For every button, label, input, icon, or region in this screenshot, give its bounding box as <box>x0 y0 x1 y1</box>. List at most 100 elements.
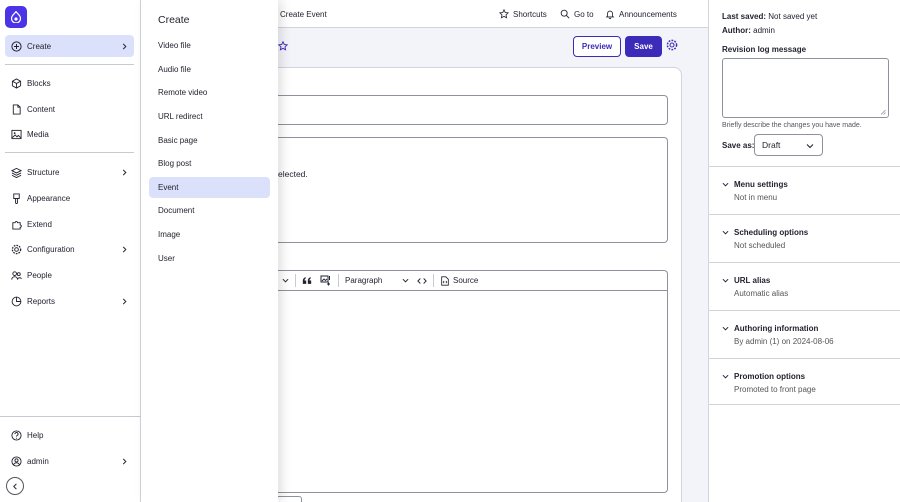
blocks-icon <box>11 77 22 89</box>
text-format-select[interactable] <box>278 496 302 502</box>
chevron-down-icon <box>722 182 729 187</box>
preview-button[interactable]: Preview <box>573 36 621 57</box>
sidebar-item-label: Blocks <box>27 78 51 88</box>
sidebar-item-label: Create <box>27 41 52 51</box>
sidebar-item-extend[interactable]: Extend <box>5 213 134 235</box>
section-summary: Not scheduled <box>734 241 786 250</box>
sidebar-item-label: Help <box>27 430 44 440</box>
flyout-item-video-file[interactable]: Video file <box>149 35 270 56</box>
section-summary: Automatic alias <box>734 289 789 298</box>
brush-icon <box>13 192 20 204</box>
sidebar-item-label: Content <box>27 104 56 114</box>
resize-handle-icon[interactable] <box>880 109 886 115</box>
sidebar-item-configuration[interactable]: Configuration <box>5 238 134 260</box>
shortcuts-label: Shortcuts <box>513 9 547 19</box>
revision-log-textarea[interactable] <box>722 58 889 118</box>
code-icon <box>417 277 427 284</box>
bell-icon <box>605 10 615 19</box>
chevron-down-icon <box>282 278 289 283</box>
media-field[interactable] <box>278 137 668 243</box>
drupal-logo-icon[interactable] <box>5 6 27 28</box>
sidebar-item-create[interactable]: Create <box>5 35 134 57</box>
chevron-right-icon <box>122 169 127 175</box>
save-as-select[interactable]: Draft <box>754 134 823 156</box>
toolbar-separator <box>433 274 434 287</box>
sidebar-item-label: Extend <box>27 219 52 229</box>
help-icon <box>11 429 22 441</box>
code-button[interactable] <box>413 270 431 291</box>
save-as-value: Draft <box>762 140 781 150</box>
chevron-down-icon <box>806 144 814 149</box>
menu-settings-section[interactable]: Menu settings Not in menu <box>709 166 900 214</box>
blockquote-button[interactable] <box>298 270 316 291</box>
chevron-right-icon <box>122 43 127 49</box>
user-icon <box>11 455 22 467</box>
people-icon <box>11 270 22 280</box>
announcements-label: Announcements <box>619 9 677 19</box>
flyout-item-remote-video[interactable]: Remote video <box>149 82 270 103</box>
flyout-item-blog-post[interactable]: Blog post <box>149 153 270 174</box>
sidebar-item-label: Configuration <box>27 244 75 254</box>
plus-circle-icon <box>11 40 22 52</box>
body-editor[interactable] <box>278 291 668 493</box>
save-button[interactable]: Save <box>625 36 662 57</box>
author-label: Author: <box>722 26 751 35</box>
last-saved-label: Last saved: <box>722 12 767 21</box>
settings-gear-icon[interactable] <box>666 39 678 51</box>
sidebar-item-help[interactable]: Help <box>5 424 134 446</box>
sidebar-item-structure[interactable]: Structure <box>5 161 134 183</box>
promotion-options-section[interactable]: Promotion options Promoted to front page <box>709 358 900 405</box>
flyout-item-document[interactable]: Document <box>149 200 270 221</box>
chevron-down-icon <box>722 326 729 331</box>
url-alias-section[interactable]: URL alias Automatic alias <box>709 262 900 310</box>
section-title: Promotion options <box>734 372 806 381</box>
sidebar-item-reports[interactable]: Reports <box>5 290 134 312</box>
sidebar-item-appearance[interactable]: Appearance <box>5 187 134 209</box>
insert-media-button[interactable] <box>316 270 336 291</box>
flyout-item-basic-page[interactable]: Basic page <box>149 130 270 151</box>
flyout-item-image[interactable]: Image <box>149 224 270 245</box>
last-saved: Last saved: Not saved yet <box>722 12 817 21</box>
search-icon <box>560 9 570 19</box>
sidebar-item-media[interactable]: Media <box>5 123 134 145</box>
section-summary: Not in menu <box>734 193 778 202</box>
section-summary: By admin (1) on 2024-08-06 <box>734 337 834 346</box>
gear-icon <box>11 244 22 254</box>
toolbar-separator <box>338 274 339 287</box>
source-button[interactable]: Source <box>436 270 482 291</box>
chart-icon <box>11 296 22 306</box>
toolbar-more-dropdown[interactable] <box>278 270 293 291</box>
authoring-information-section[interactable]: Authoring information By admin (1) on 20… <box>709 310 900 358</box>
flyout-item-event[interactable]: Event <box>149 177 270 198</box>
flyout-item-user[interactable]: User <box>149 248 270 269</box>
flyout-item-url-redirect[interactable]: URL redirect <box>149 106 270 127</box>
layers-icon <box>11 167 22 178</box>
shortcuts-link[interactable]: Shortcuts <box>499 9 547 19</box>
goto-link[interactable]: Go to <box>560 9 594 19</box>
file-icon <box>12 103 21 115</box>
sidebar-divider <box>5 152 134 153</box>
section-title: Authoring information <box>734 324 819 333</box>
paragraph-format-dropdown[interactable]: Paragraph <box>341 270 413 291</box>
media-icon <box>320 275 330 286</box>
flyout-item-audio-file[interactable]: Audio file <box>149 59 270 80</box>
editor-toolbar: Paragraph Source <box>278 270 668 291</box>
image-icon <box>11 129 22 139</box>
flyout-title: Create <box>158 14 190 26</box>
collapse-sidebar-button[interactable] <box>6 477 24 495</box>
scheduling-options-section[interactable]: Scheduling options Not scheduled <box>709 214 900 262</box>
title-input[interactable] <box>278 95 668 125</box>
chevron-down-icon <box>722 278 729 283</box>
meta-panel: Last saved: Not saved yet Author: admin … <box>708 0 900 502</box>
toolbar-separator <box>295 274 296 287</box>
sidebar-item-people[interactable]: People <box>5 264 134 286</box>
favorite-star-icon[interactable] <box>278 41 288 51</box>
announcements-link[interactable]: Announcements <box>605 9 677 19</box>
main-content: Preview Save elected. Paragraph Source <box>278 28 708 502</box>
sidebar-item-blocks[interactable]: Blocks <box>5 72 134 94</box>
sidebar-item-content[interactable]: Content <box>5 98 134 120</box>
sidebar-item-user[interactable]: admin <box>5 450 134 472</box>
revision-log-help: Briefly describe the changes you have ma… <box>722 122 862 129</box>
breadcrumb[interactable]: Create Event <box>280 10 327 19</box>
source-label: Source <box>453 276 479 285</box>
